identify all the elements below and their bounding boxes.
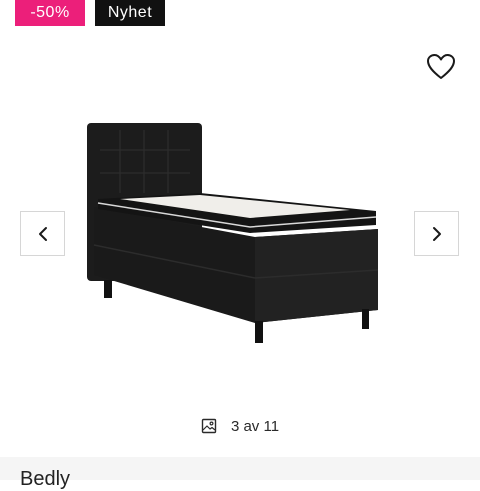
- next-image-button[interactable]: [414, 211, 459, 256]
- product-info-bar: Bedly: [0, 457, 480, 490]
- chevron-right-icon: [432, 226, 441, 241]
- new-badge: Nyhet: [95, 0, 165, 26]
- image-icon: [201, 418, 217, 434]
- discount-badge: -50%: [15, 0, 85, 26]
- favorite-button[interactable]: [424, 50, 458, 82]
- heart-icon: [427, 53, 455, 79]
- chevron-left-icon: [38, 226, 47, 241]
- image-counter-text: 3 av 11: [230, 417, 280, 435]
- image-counter: 3 av 11: [0, 414, 480, 438]
- product-image: [87, 123, 379, 343]
- prev-image-button[interactable]: [20, 211, 65, 256]
- brand-name[interactable]: Bedly: [20, 467, 70, 491]
